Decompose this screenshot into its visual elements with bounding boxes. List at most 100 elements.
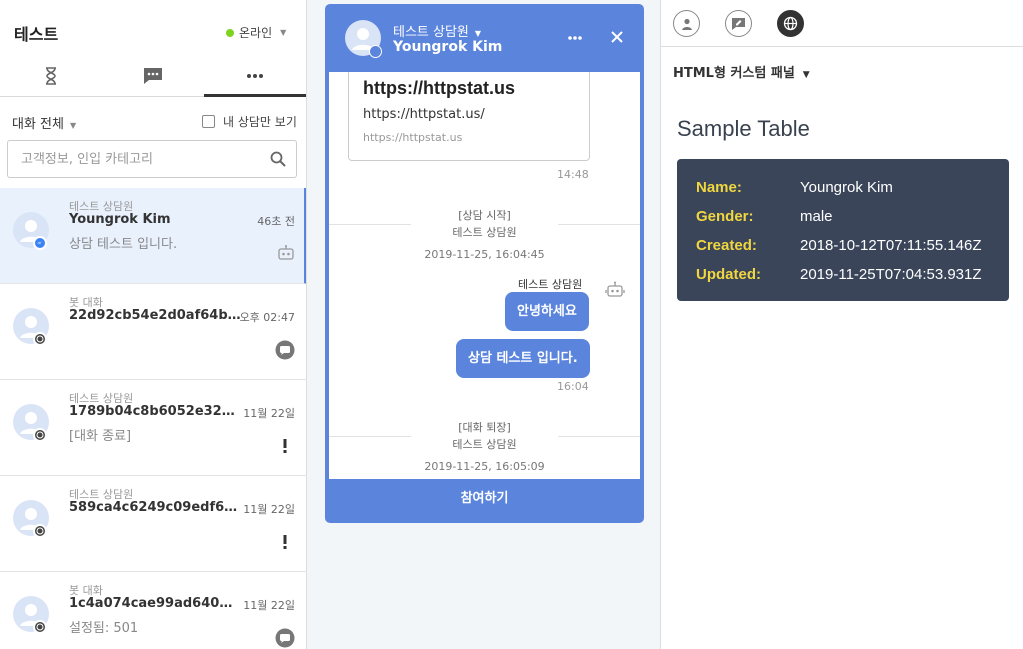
chevron-down-icon: ▼ xyxy=(280,28,287,37)
chat-window: 테스트 상담원 ▼ Youngrok Kim https://httpstat.u… xyxy=(325,4,644,523)
robot-icon xyxy=(605,281,625,297)
event-time: 2019-11-25, 16:05:09 xyxy=(424,460,545,473)
table-row: Updated: 2019-11-25T07:04:53.931Z xyxy=(677,263,1009,292)
table-row: Gender: male xyxy=(677,205,1009,234)
message-time: 14:48 xyxy=(557,168,589,181)
status-dropdown[interactable]: 온라인 ▼ xyxy=(226,24,286,41)
event-agent: 테스트 상담원 xyxy=(452,226,517,239)
chat-header: 테스트 상담원 ▼ Youngrok Kim xyxy=(325,4,644,72)
tab-waiting[interactable] xyxy=(0,56,102,96)
web-icon xyxy=(33,332,47,346)
filter-label: 대화 전체 xyxy=(12,117,64,132)
user-icon xyxy=(681,18,692,30)
filter-bar: 대화 전체 ▼ 내 상담만 보기 xyxy=(0,97,306,144)
robot-icon xyxy=(278,245,294,260)
conversation-time: 11월 22일 xyxy=(243,503,295,516)
checkbox-label: 내 상담만 보기 xyxy=(223,115,297,129)
event-time: 2019-11-25, 16:04:45 xyxy=(424,248,545,261)
hourglass-icon xyxy=(46,67,56,85)
my-consultations-checkbox[interactable]: 내 상담만 보기 xyxy=(202,113,297,130)
message-bubble: 상담 테스트 입니다. xyxy=(456,339,590,378)
chevron-down-icon: ▼ xyxy=(802,70,810,80)
web-icon xyxy=(33,524,47,538)
agent-name: 테스트 상담원 xyxy=(393,25,469,40)
row-key: Updated: xyxy=(696,266,761,283)
sample-table: Name: Youngrok Kim Gender: male Created:… xyxy=(677,159,1009,301)
link-url: https://httpstat.us/ xyxy=(363,107,485,122)
messenger-icon xyxy=(369,45,382,58)
messenger-icon xyxy=(33,236,47,250)
notes-tab[interactable] xyxy=(725,10,752,37)
link-preview-card[interactable]: https://httpstat.us https://httpstat.us/… xyxy=(348,72,590,161)
list-item[interactable]: 테스트 상담원 Youngrok Kim 46초 전 상담 테스트 입니다. xyxy=(0,188,306,284)
conversation-filter-dropdown[interactable]: 대화 전체 ▼ xyxy=(12,113,76,132)
message-edit-icon xyxy=(732,17,745,30)
table-row: Created: 2018-10-12T07:11:55.146Z xyxy=(677,234,1009,263)
message-time: 16:04 xyxy=(557,380,589,393)
status-label: 온라인 xyxy=(239,26,273,40)
tab-chats[interactable] xyxy=(102,56,204,96)
chat-bubble-icon xyxy=(275,628,295,648)
list-item[interactable]: 봇 대화 1c4a074cae99ad640ec... 11월 22일 설정됨:… xyxy=(0,572,306,649)
profile-tab[interactable] xyxy=(673,10,700,37)
conversation-name: 589ca4c6249c09edf6d6... xyxy=(69,500,241,515)
row-value: male xyxy=(800,208,833,225)
more-icon[interactable] xyxy=(567,28,583,48)
page-title: Sample Table xyxy=(677,116,810,141)
list-item[interactable]: 테스트 상담원 589ca4c6249c09edf6d6... 11월 22일 xyxy=(0,476,306,572)
chat-messages: https://httpstat.us https://httpstat.us/… xyxy=(329,72,640,479)
tab-more[interactable] xyxy=(204,56,306,97)
checkbox-box[interactable] xyxy=(202,115,215,128)
customer-name: Youngrok Kim xyxy=(393,39,503,55)
table-row: Name: Youngrok Kim xyxy=(677,176,1009,205)
event-label: [상담 시작] xyxy=(458,209,511,222)
conversation-name: 1c4a074cae99ad640ec... xyxy=(69,596,241,611)
conversation-preview: 설정됨: 501 xyxy=(69,621,139,636)
search-box xyxy=(7,140,297,178)
conversation-name: 22d92cb54e2d0af64b3... xyxy=(69,308,241,323)
conversation-exit-event: [대화 퇴장] 테스트 상담원 2019-11-25, 16:05:09 xyxy=(329,419,640,473)
search-input[interactable] xyxy=(8,141,248,177)
left-tabs xyxy=(0,56,306,97)
custom-panel-dropdown[interactable]: HTML형 커스텀 패널 ▼ xyxy=(673,62,810,81)
web-icon xyxy=(33,620,47,634)
conversation-preview: 상담 테스트 입니다. xyxy=(69,237,178,252)
custom-panel-tab[interactable] xyxy=(777,10,804,37)
alert-icon xyxy=(283,535,287,549)
row-value: 2019-11-25T07:04:53.931Z xyxy=(800,266,982,283)
web-icon xyxy=(33,428,47,442)
conversation-time: 46초 전 xyxy=(257,215,295,228)
customer-info-panel: HTML형 커스텀 패널 ▼ Sample Table Name: Youngro… xyxy=(661,0,1023,649)
workspace-title: 테스트 xyxy=(14,25,59,44)
alert-icon xyxy=(283,439,287,453)
list-item[interactable]: 봇 대화 22d92cb54e2d0af64b3... 오후 02:47 xyxy=(0,284,306,380)
conversation-name: Youngrok Kim xyxy=(69,212,171,227)
left-header: 테스트 온라인 ▼ xyxy=(0,0,306,56)
agent-dropdown[interactable]: 테스트 상담원 ▼ xyxy=(393,21,481,40)
sender-name: 테스트 상담원 xyxy=(518,278,583,291)
conversation-preview: [대화 종료] xyxy=(69,429,132,444)
conversation-time: 11월 22일 xyxy=(243,599,295,612)
message-bubble: 안녕하세요 xyxy=(505,292,589,331)
close-icon[interactable] xyxy=(611,31,623,43)
panel-name-label: HTML형 커스텀 패널 xyxy=(673,66,795,81)
search-icon[interactable] xyxy=(270,151,286,167)
link-title: https://httpstat.us xyxy=(363,78,515,98)
row-key: Created: xyxy=(696,237,757,254)
row-key: Name: xyxy=(696,179,742,196)
conversation-name: 1789b04c8b6052e32df... xyxy=(69,404,241,419)
chevron-down-icon: ▼ xyxy=(69,121,77,130)
conversation-time: 오후 02:47 xyxy=(239,311,295,324)
event-agent: 테스트 상담원 xyxy=(452,438,517,451)
chat-bubble-icon xyxy=(275,340,295,360)
globe-icon xyxy=(783,16,798,31)
row-value: Youngrok Kim xyxy=(800,179,893,196)
chevron-down-icon: ▼ xyxy=(474,29,482,38)
conversation-time: 11월 22일 xyxy=(243,407,295,420)
event-label: [대화 퇴장] xyxy=(458,421,511,434)
panel-toolbar xyxy=(661,0,1023,47)
join-button[interactable]: 참여하기 xyxy=(325,479,644,523)
row-value: 2018-10-12T07:11:55.146Z xyxy=(800,237,982,254)
more-icon xyxy=(247,74,263,78)
list-item[interactable]: 테스트 상담원 1789b04c8b6052e32df... 11월 22일 [… xyxy=(0,380,306,476)
